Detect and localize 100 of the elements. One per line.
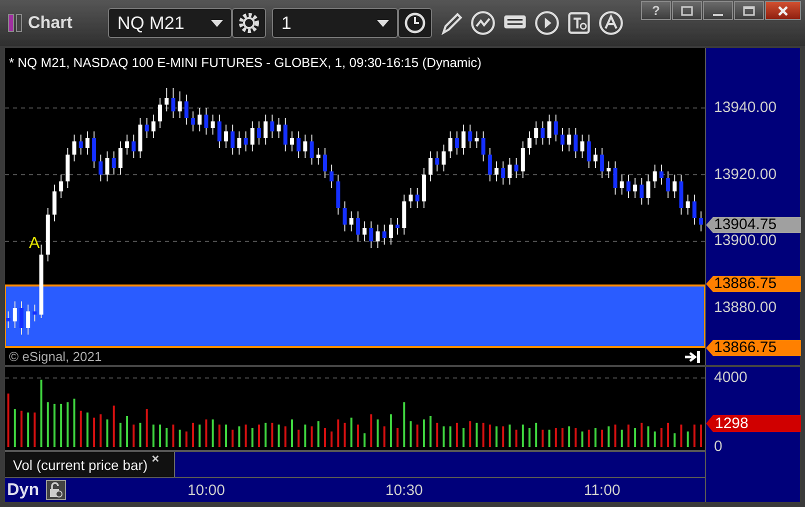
window-title: Chart bbox=[28, 13, 72, 33]
bar bbox=[422, 419, 425, 447]
maximize-button[interactable] bbox=[734, 1, 764, 20]
symbol-dropdown[interactable]: NQ M21 bbox=[108, 8, 232, 38]
bar bbox=[627, 424, 630, 447]
candlestick bbox=[250, 120, 254, 152]
bar bbox=[568, 426, 570, 447]
line-chart-icon bbox=[470, 10, 496, 36]
candlestick bbox=[112, 150, 116, 176]
bar bbox=[364, 433, 366, 447]
help-button[interactable]: ? bbox=[641, 1, 671, 20]
bar bbox=[620, 430, 623, 447]
bar bbox=[436, 422, 438, 447]
candlestick bbox=[32, 304, 37, 322]
alerts-button[interactable] bbox=[598, 10, 624, 36]
bar bbox=[310, 426, 313, 447]
bar bbox=[588, 430, 590, 447]
candlestick bbox=[230, 124, 235, 156]
candlestick bbox=[310, 134, 314, 166]
lock-icon bbox=[49, 482, 63, 498]
candlestick bbox=[508, 158, 512, 186]
bar bbox=[647, 426, 650, 447]
time-button[interactable] bbox=[398, 8, 432, 38]
bar bbox=[271, 422, 274, 447]
candlestick bbox=[158, 98, 162, 128]
bar bbox=[416, 424, 418, 447]
price-tag: 13904.75 bbox=[706, 217, 801, 233]
alert-circle-icon bbox=[598, 10, 624, 36]
candlestick bbox=[257, 120, 262, 146]
bar bbox=[337, 419, 340, 447]
candlestick bbox=[626, 174, 630, 198]
play-button[interactable] bbox=[534, 10, 560, 36]
studies-button[interactable] bbox=[470, 10, 496, 36]
bar bbox=[212, 419, 214, 447]
bar bbox=[251, 428, 254, 447]
bar bbox=[508, 424, 511, 447]
candlestick bbox=[12, 300, 17, 328]
bar bbox=[46, 402, 49, 447]
candlestick bbox=[72, 134, 76, 162]
bar bbox=[324, 428, 326, 447]
candlestick bbox=[448, 130, 452, 158]
interval-dropdown[interactable]: 1 bbox=[272, 8, 398, 38]
bar bbox=[258, 424, 260, 447]
bar bbox=[574, 428, 577, 447]
volume-tag: 1298 bbox=[706, 415, 801, 432]
candlestick bbox=[92, 130, 96, 168]
bar bbox=[192, 422, 194, 447]
bar bbox=[548, 430, 550, 447]
scroll-end-button[interactable] bbox=[685, 350, 701, 362]
candlestick bbox=[125, 134, 130, 156]
candlestick bbox=[132, 134, 136, 158]
candlestick bbox=[85, 130, 90, 156]
bar bbox=[244, 424, 247, 447]
play-icon bbox=[534, 10, 560, 36]
bar bbox=[601, 430, 604, 447]
volume-label: 4000 bbox=[714, 370, 748, 386]
restore-button[interactable] bbox=[672, 1, 702, 20]
candlestick bbox=[586, 134, 591, 168]
bar bbox=[119, 422, 122, 447]
bar bbox=[298, 430, 300, 447]
bar bbox=[356, 424, 359, 447]
bar bbox=[700, 424, 702, 447]
candlestick bbox=[198, 108, 202, 132]
bar bbox=[476, 422, 478, 447]
bar bbox=[469, 421, 472, 447]
bar bbox=[14, 409, 16, 447]
bar bbox=[482, 422, 484, 447]
close-button[interactable] bbox=[765, 1, 801, 20]
candlestick bbox=[540, 120, 545, 146]
bar bbox=[488, 424, 491, 447]
close-study-button[interactable]: × bbox=[152, 452, 160, 465]
candlestick bbox=[296, 130, 301, 158]
candlestick bbox=[78, 134, 83, 156]
bar bbox=[80, 410, 82, 447]
candlestick bbox=[468, 124, 472, 148]
candlestick bbox=[210, 114, 215, 136]
bar bbox=[86, 412, 88, 447]
minimize-button[interactable] bbox=[703, 1, 733, 20]
candlestick bbox=[640, 178, 644, 206]
candlestick bbox=[666, 170, 670, 198]
chart-marker: A bbox=[29, 235, 40, 253]
candlestick bbox=[388, 218, 393, 246]
time-label: 10:30 bbox=[385, 482, 423, 499]
volume-label: 0 bbox=[714, 439, 722, 455]
candlestick bbox=[52, 184, 56, 222]
candlestick bbox=[151, 114, 156, 138]
study-legend: Vol (current price bar) bbox=[13, 456, 148, 472]
candlestick bbox=[118, 140, 122, 176]
candlestick bbox=[435, 150, 440, 172]
candlestick bbox=[442, 144, 446, 172]
time-label: 11:00 bbox=[584, 482, 620, 499]
text-tool-button[interactable] bbox=[566, 10, 592, 36]
bar bbox=[674, 433, 676, 447]
bar bbox=[100, 414, 102, 447]
candlestick bbox=[501, 160, 506, 186]
candlestick bbox=[349, 210, 354, 232]
candlestick bbox=[322, 148, 327, 178]
lock-button[interactable] bbox=[46, 480, 66, 500]
candlestick bbox=[283, 118, 288, 152]
settings-button[interactable] bbox=[232, 8, 266, 38]
